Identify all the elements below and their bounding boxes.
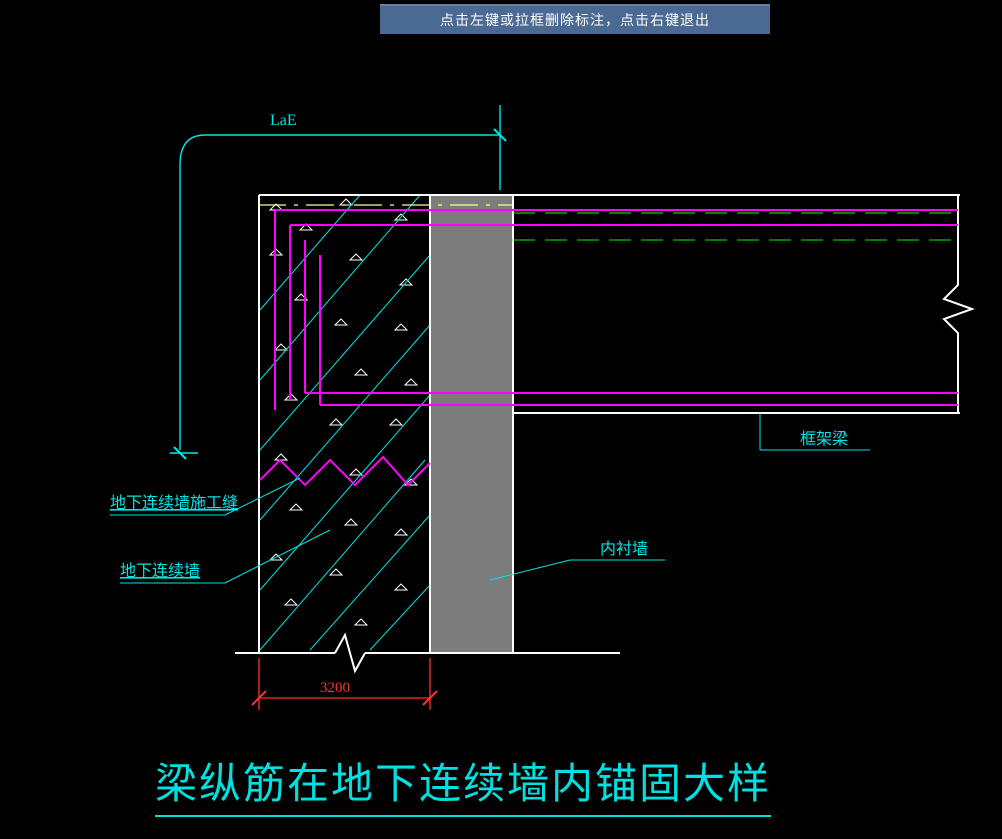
dim-3200-value: 3200 xyxy=(320,680,350,696)
structure-outline xyxy=(235,195,972,671)
rebar-zone xyxy=(513,213,958,240)
centerlines xyxy=(258,205,958,393)
cad-canvas[interactable]: LaE 地下连续墙施工缝 地下连续墙 内衬墙 框架梁 3200 xyxy=(0,30,1002,839)
leader-inner-wall xyxy=(490,560,665,580)
label-wall: 地下连续墙 xyxy=(120,562,200,580)
lae-label: LaE xyxy=(270,112,297,129)
drawing-title-text: 梁纵筋在地下连续墙内锚固大样 xyxy=(155,762,771,808)
label-inner-wall: 内衬墙 xyxy=(600,540,648,558)
construction-joint-line xyxy=(260,457,430,485)
wall-hatch xyxy=(260,195,430,650)
drawing-title: 梁纵筋在地下连续墙内锚固大样 xyxy=(155,750,771,817)
inner-lining-wall xyxy=(430,195,513,653)
label-beam: 框架梁 xyxy=(800,430,848,448)
hint-tooltip-text: 点击左键或拉框删除标注，点击右键退出 xyxy=(440,14,710,29)
label-joint: 地下连续墙施工缝 xyxy=(110,494,238,512)
